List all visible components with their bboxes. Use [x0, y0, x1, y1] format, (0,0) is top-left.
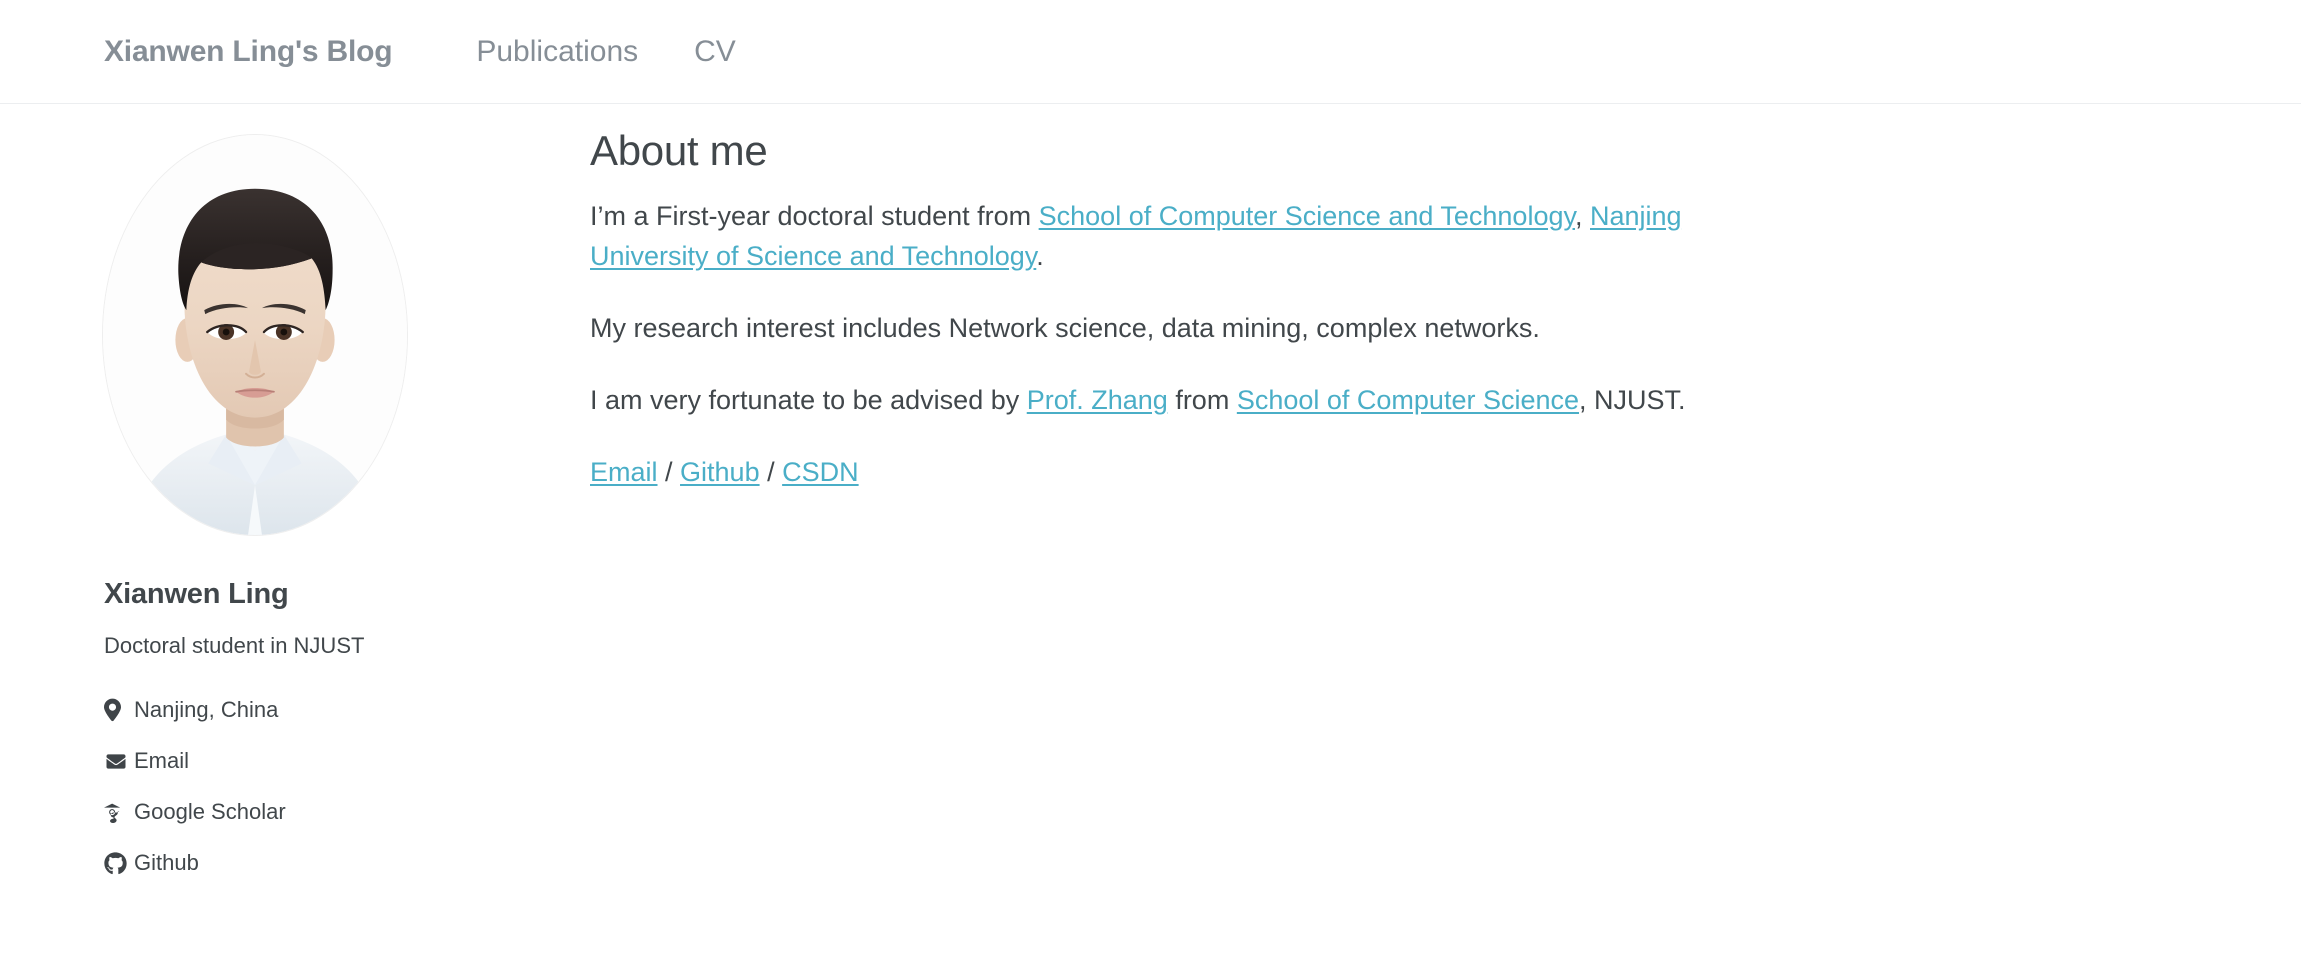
site-brand-link[interactable]: Xianwen Ling's Blog — [104, 35, 393, 69]
main-content: About me I’m a First-year doctoral stude… — [524, 124, 1844, 881]
contact-github-label: Github — [134, 850, 199, 875]
contact-email-label: Email — [134, 748, 190, 773]
contact-github[interactable]: Github — [104, 845, 524, 881]
link-school-of-computer-science-and-technology[interactable]: School of Computer Science and Technolog… — [1039, 201, 1575, 231]
nav-link-cv[interactable]: CV — [694, 35, 736, 69]
nav-link-publications[interactable]: Publications — [476, 35, 638, 69]
profile-links-line: Email / Github / CSDN — [590, 453, 1784, 493]
link-github[interactable]: Github — [680, 457, 760, 487]
about-p1-middle: , — [1574, 201, 1590, 232]
contact-location: Nanjing, China — [104, 692, 524, 728]
page-body: Xianwen Ling Doctoral student in NJUST N… — [0, 104, 2301, 881]
link-csdn[interactable]: CSDN — [782, 457, 859, 487]
about-p3-prefix: I am very fortunate to be advised by — [590, 385, 1027, 416]
profile-role: Doctoral student in NJUST — [104, 633, 365, 658]
links-separator-2: / — [759, 457, 783, 487]
contact-email[interactable]: Email — [104, 743, 524, 779]
location-pin-icon — [104, 698, 134, 722]
contact-location-label: Nanjing, China — [134, 697, 279, 722]
envelope-icon — [104, 752, 134, 771]
about-paragraph-2: My research interest includes Network sc… — [590, 313, 1540, 344]
site-header: Xianwen Ling's Blog Publications CV — [0, 0, 2301, 104]
google-scholar-icon — [104, 801, 134, 823]
about-p3-middle: from — [1167, 385, 1237, 416]
about-p3-suffix: , NJUST. — [1579, 385, 1686, 416]
contact-google-scholar-label: Google Scholar — [134, 799, 286, 824]
link-email[interactable]: Email — [590, 457, 658, 487]
about-p1-suffix: . — [1036, 241, 1044, 272]
links-separator-1: / — [657, 457, 681, 487]
about-p1-prefix: I’m a First-year doctoral student from — [590, 201, 1039, 232]
profile-name: Xianwen Ling — [104, 578, 289, 610]
about-paragraph-1: I’m a First-year doctoral student from S… — [590, 197, 1784, 277]
contact-google-scholar[interactable]: Google Scholar — [104, 794, 524, 830]
page-title: About me — [590, 127, 768, 174]
profile-sidebar: Xianwen Ling Doctoral student in NJUST N… — [102, 124, 524, 881]
main-navigation: Publications CV — [476, 35, 791, 69]
link-prof-zhang[interactable]: Prof. Zhang — [1027, 385, 1168, 415]
link-school-of-computer-science[interactable]: School of Computer Science — [1237, 385, 1579, 415]
avatar-wrapper — [102, 124, 408, 536]
contact-list: Nanjing, China Email Google Scholar Gith… — [104, 692, 524, 881]
avatar — [102, 134, 408, 536]
about-paragraph-3: I am very fortunate to be advised by Pro… — [590, 381, 1784, 421]
github-icon — [104, 851, 134, 875]
